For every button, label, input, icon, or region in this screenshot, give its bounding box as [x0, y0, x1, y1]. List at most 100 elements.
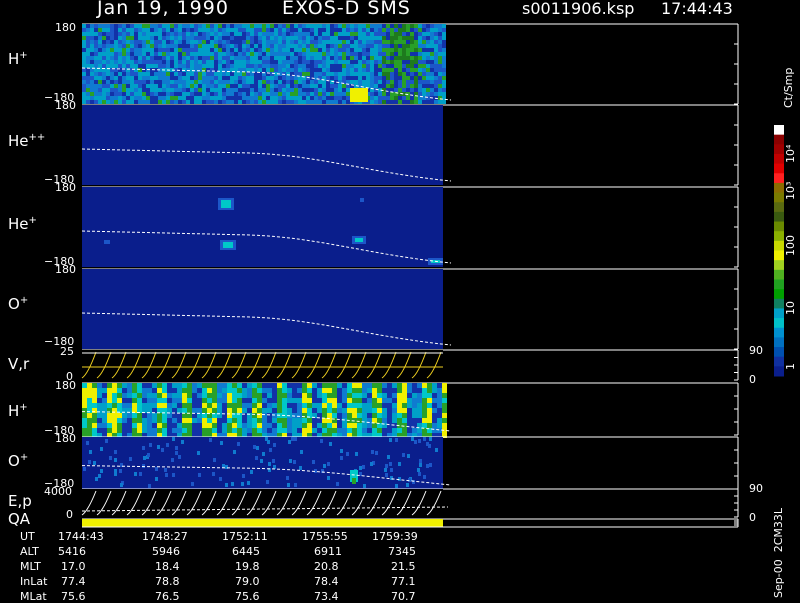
heat-cell	[166, 76, 170, 80]
heat-cell	[134, 80, 138, 84]
heat-cell	[106, 64, 110, 68]
heat-cell	[262, 60, 266, 64]
heat-cell	[110, 60, 114, 64]
heat-cell	[342, 44, 346, 48]
heat-cell	[397, 388, 402, 393]
colorbar-segment	[774, 163, 784, 174]
heat-cell	[426, 52, 430, 56]
heat-cell	[294, 48, 298, 52]
heat-cell	[389, 438, 392, 442]
heat-cell	[174, 48, 178, 52]
y-tick-top: 4000	[44, 485, 72, 498]
heat-cell	[282, 383, 287, 388]
heat-cell	[82, 413, 87, 418]
heat-cell	[418, 72, 422, 76]
heat-cell	[414, 72, 418, 76]
heat-cell	[254, 92, 258, 96]
heat-cell	[362, 428, 367, 433]
heat-cell	[87, 393, 92, 398]
heat-cell	[434, 48, 438, 52]
heat-cell	[212, 418, 217, 423]
heat-cell	[287, 393, 292, 398]
heat-cell	[194, 28, 198, 32]
heat-cell	[190, 40, 194, 44]
heat-cell	[354, 44, 358, 48]
heat-cell	[126, 40, 130, 44]
heat-cell	[370, 80, 374, 84]
heat-cell	[387, 428, 392, 433]
heat-cell	[270, 28, 274, 32]
heat-cell	[318, 64, 322, 68]
heat-cell	[126, 32, 130, 36]
heat-cell	[98, 92, 102, 96]
heat-cell	[338, 24, 342, 28]
heat-cell	[310, 40, 314, 44]
heat-cell	[294, 36, 298, 40]
heat-cell	[394, 40, 398, 44]
heat-cell	[174, 32, 178, 36]
heat-cell	[186, 32, 190, 36]
heat-cell	[438, 84, 442, 88]
heat-cell	[230, 56, 234, 60]
heat-cell	[242, 423, 247, 428]
heat-cell	[406, 40, 410, 44]
heat-cell	[138, 28, 142, 32]
heat-cell	[238, 40, 242, 44]
heat-cell	[377, 428, 382, 433]
heat-cell	[442, 383, 447, 388]
heat-cell	[434, 60, 438, 64]
heat-cell	[190, 28, 194, 32]
heat-cell	[434, 92, 438, 96]
heat-cell	[170, 88, 174, 92]
heat-cell	[402, 32, 406, 36]
heat-cell	[172, 428, 177, 433]
heat-cell	[250, 470, 253, 474]
colorbar-segment	[774, 337, 784, 348]
heat-cell	[302, 100, 306, 104]
heat-cell	[326, 96, 330, 100]
heat-cell	[117, 418, 122, 423]
heat-cell	[202, 418, 207, 423]
heat-cell	[317, 423, 322, 428]
heat-cell	[332, 393, 337, 398]
heat-cell	[346, 44, 350, 48]
heat-cell	[82, 60, 86, 64]
heat-cell	[186, 48, 190, 52]
heat-cell	[134, 76, 138, 80]
heat-cell	[307, 423, 312, 428]
heat-cell	[202, 403, 207, 408]
panel-label-h-plus: H+	[8, 50, 28, 68]
heat-cell	[282, 48, 286, 52]
heat-cell	[318, 32, 322, 36]
heat-cell	[238, 24, 242, 28]
heat-cell	[130, 84, 134, 88]
heat-cell	[422, 52, 426, 56]
heat-cell	[102, 398, 107, 403]
heat-cell	[197, 451, 200, 455]
heat-cell	[290, 68, 294, 72]
heat-cell	[358, 52, 362, 56]
heat-cell	[392, 408, 397, 413]
heat-cell	[154, 76, 158, 80]
heat-cell	[147, 423, 152, 428]
heat-cell	[434, 24, 438, 28]
heat-cell	[98, 32, 102, 36]
heat-cell	[234, 32, 238, 36]
heat-cell	[230, 64, 234, 68]
heat-cell	[206, 64, 210, 68]
heat-cell	[358, 48, 362, 52]
heat-cell	[442, 44, 446, 48]
heat-cell	[182, 40, 186, 44]
heat-cell	[198, 76, 202, 80]
heat-cell	[310, 88, 314, 92]
heat-cell	[107, 388, 112, 393]
heat-cell	[334, 28, 338, 32]
heat-cell	[206, 92, 210, 96]
heat-cell	[210, 96, 214, 100]
heat-cell	[334, 84, 338, 88]
heat-cell	[346, 92, 350, 96]
heat-cell	[147, 383, 152, 388]
heat-cell	[122, 393, 127, 398]
heat-cell	[307, 403, 312, 408]
heat-cell	[410, 44, 414, 48]
